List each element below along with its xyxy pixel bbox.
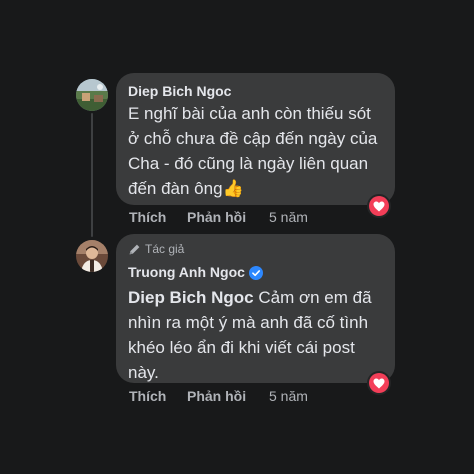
reply-thread-line: [91, 113, 93, 237]
reply-button[interactable]: Phản hồi: [187, 388, 246, 404]
comment-bubble: Diep Bich Ngoc E nghĩ bài của anh còn th…: [116, 73, 395, 205]
reply-actions: Thích Phản hồi 5 năm: [129, 388, 389, 406]
pencil-icon: [129, 244, 140, 254]
mention-link[interactable]: Diep Bich Ngoc: [128, 288, 254, 307]
author-badge-label: Tác giả: [145, 242, 185, 256]
comment-author[interactable]: Diep Bich Ngoc: [128, 82, 231, 100]
comment-text: E nghĩ bài của anh còn thiếu sót ở chỗ c…: [128, 101, 386, 201]
comment-actions: Thích Phản hồi 5 năm: [129, 209, 389, 227]
comment-timestamp[interactable]: 5 năm: [269, 209, 308, 225]
like-button[interactable]: Thích: [129, 209, 166, 225]
reply-author-name: Truong Anh Ngoc: [128, 264, 245, 280]
like-button[interactable]: Thích: [129, 388, 166, 404]
reply-timestamp[interactable]: 5 năm: [269, 388, 308, 404]
author-badge: Tác giả: [128, 242, 184, 256]
comment-body: E nghĩ bài của anh còn thiếu sót ở chỗ c…: [128, 104, 378, 198]
reply-author[interactable]: Truong Anh Ngoc: [128, 263, 263, 281]
reply-text: Diep Bich Ngoc Cảm ơn em đã nhìn ra một …: [128, 285, 386, 385]
thumbs-up-emoji: 👍: [222, 179, 244, 198]
author-avatar[interactable]: [76, 240, 108, 272]
verified-badge-icon: [248, 266, 263, 281]
reply-bubble: Tác giả Truong Anh Ngoc Diep Bich Ngoc C…: [116, 234, 395, 383]
commenter-avatar[interactable]: [76, 79, 108, 111]
comment-thread: Diep Bich Ngoc E nghĩ bài của anh còn th…: [0, 0, 474, 474]
reply-button[interactable]: Phản hồi: [187, 209, 246, 225]
